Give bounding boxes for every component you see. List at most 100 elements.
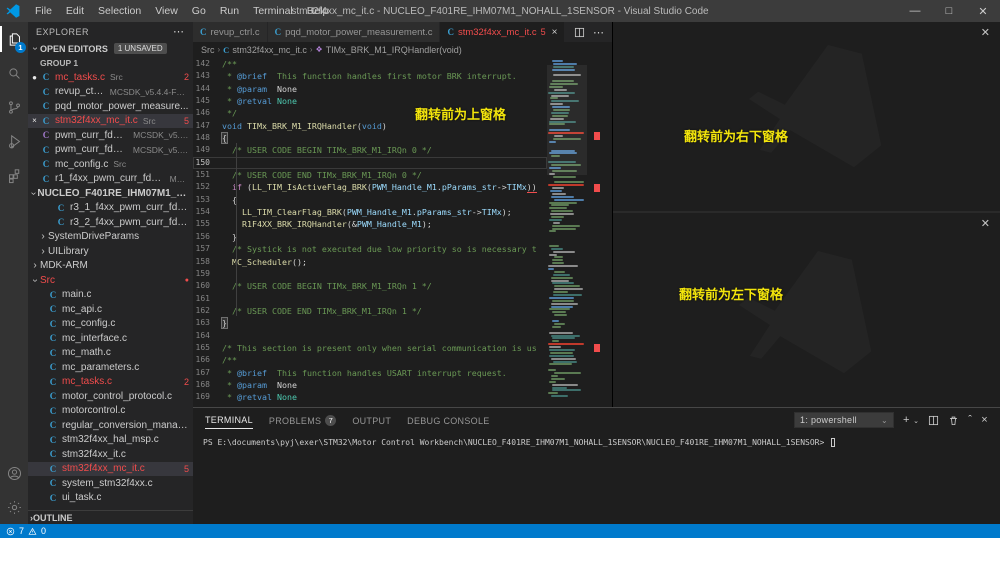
close-icon[interactable]: × <box>28 116 41 125</box>
menu-edit[interactable]: Edit <box>59 0 91 22</box>
split-terminal-icon[interactable] <box>928 415 939 426</box>
tree-folder-uilibrary[interactable]: ›UILibrary <box>28 244 193 259</box>
code-token: @retval <box>237 96 272 106</box>
explorer-icon[interactable]: 1 <box>0 22 28 56</box>
minimap-line <box>553 274 569 276</box>
code-line: 165/* This section is present only when … <box>193 342 547 354</box>
warning-count[interactable]: 0 <box>41 526 46 536</box>
minimap-line <box>549 308 569 310</box>
tree-item[interactable]: Cmc_config.c <box>28 317 193 332</box>
extensions-icon[interactable] <box>0 158 28 192</box>
tree-item[interactable]: Cmc_interface.c <box>28 331 193 346</box>
tab-revup_ctrl-c[interactable]: Crevup_ctrl.c <box>193 22 268 42</box>
open-editor-item[interactable]: Cr1_f4xx_pwm_curr_fdbk.cMC... <box>28 172 193 187</box>
tree-item[interactable]: Cmotorcontrol.c <box>28 404 193 419</box>
open-editor-item[interactable]: ×Cstm32f4xx_mc_it.cSrc5 <box>28 114 193 129</box>
close-button[interactable]: ✕ <box>966 0 1000 22</box>
tree-folder-src[interactable]: ›Src● <box>28 273 193 288</box>
shell-selector[interactable]: 1: powershell ⌄ <box>794 412 894 428</box>
minimap-line <box>552 228 576 230</box>
tree-item[interactable]: Cmc_api.c <box>28 302 193 317</box>
tree-item[interactable]: Cui_task.c <box>28 491 193 506</box>
tree-item[interactable]: Cregular_conversion_manager.c <box>28 418 193 433</box>
breadcrumb-folder[interactable]: Src <box>201 45 215 55</box>
close-tab-icon[interactable]: × <box>552 27 558 38</box>
open-editor-item[interactable]: Cpqd_motor_power_measure... <box>28 99 193 114</box>
split-editor-icon[interactable] <box>574 27 585 38</box>
item-label: regular_conversion_manager.c <box>62 420 189 431</box>
tree-item[interactable]: Cr3_1_f4xx_pwm_curr_fdbk.c <box>28 201 193 216</box>
menu-help[interactable]: Help <box>300 0 336 22</box>
tab-stm32f4xx_mc_it-c[interactable]: Cstm32f4xx_mc_it.c5× <box>440 22 565 42</box>
minimap-line <box>548 265 578 267</box>
search-icon[interactable] <box>0 56 28 90</box>
empty-editor-pane-top[interactable]: ✕ <box>613 22 1000 213</box>
open-editors-header[interactable]: › OPEN EDITORS 1 UNSAVED <box>28 41 193 56</box>
close-panel-icon[interactable]: × <box>981 415 988 426</box>
item-label: motorcontrol.c <box>62 405 125 416</box>
tree-item[interactable]: Cmotor_control_protocol.c <box>28 389 193 404</box>
sidebar-more-actions-icon[interactable]: ⋯ <box>173 25 185 38</box>
tab-pqd_motor_power_measurement-c[interactable]: Cpqd_motor_power_measurement.c <box>268 22 441 42</box>
close-pane-icon[interactable]: ✕ <box>981 28 990 39</box>
source-control-icon[interactable] <box>0 90 28 124</box>
accounts-icon[interactable] <box>0 456 28 490</box>
minimap-line <box>552 300 573 302</box>
c-file-icon: C <box>48 478 58 488</box>
outline-header[interactable]: › OUTLINE <box>28 510 193 524</box>
editor-more-actions-icon[interactable]: ⋯ <box>593 26 604 39</box>
terminal-output[interactable]: PS E:\documents\pyj\exer\STM32\Motor Con… <box>193 432 1000 453</box>
line-text: R1F4XX_BRK_IRQHandler(&PWM_Handle_M1); <box>222 218 432 230</box>
open-editor-item[interactable]: Cpwm_curr_fdbk.hMCSDK_v5.4... <box>28 128 193 143</box>
error-ruler-marker <box>594 344 600 352</box>
menu-go[interactable]: Go <box>185 0 213 22</box>
open-editor-item[interactable]: ●Cmc_tasks.cSrc2 <box>28 70 193 85</box>
settings-gear-icon[interactable] <box>0 490 28 524</box>
tree-item[interactable]: Cmain.c <box>28 288 193 303</box>
breadcrumb-symbol[interactable]: TIMx_BRK_M1_IRQHandler(void) <box>326 45 462 55</box>
open-editor-item[interactable]: Cmc_config.cSrc <box>28 157 193 172</box>
panel-tab-debug-console[interactable]: DEBUG CONSOLE <box>407 411 489 429</box>
new-terminal-icon[interactable]: + ⌄ <box>903 415 919 426</box>
run-debug-icon[interactable] <box>0 124 28 158</box>
chevron-down-icon: › <box>28 190 39 197</box>
menu-selection[interactable]: Selection <box>91 0 148 22</box>
error-count[interactable]: 7 <box>19 526 24 536</box>
tree-folder-systemdriveparams[interactable]: ›SystemDriveParams <box>28 230 193 245</box>
c-file-icon: C <box>48 348 58 358</box>
minimap-line <box>552 337 575 339</box>
tree-item[interactable]: Cmc_tasks.c2 <box>28 375 193 390</box>
panel-tab-terminal[interactable]: TERMINAL <box>205 411 253 429</box>
kill-terminal-trash-icon[interactable] <box>948 415 959 426</box>
line-number: 148 <box>193 132 222 144</box>
tree-folder-mdk-arm[interactable]: ›MDK-ARM <box>28 259 193 274</box>
close-pane-icon[interactable]: ✕ <box>981 219 990 230</box>
code-editor[interactable]: 142/**143 * @brief This function handles… <box>193 57 612 407</box>
code-token: @brief <box>237 368 267 378</box>
menu-view[interactable]: View <box>148 0 185 22</box>
menu-terminal[interactable]: Terminal <box>246 0 300 22</box>
file-name: pwm_curr_fdbk.h <box>55 130 128 141</box>
minimize-button[interactable]: — <box>898 0 932 22</box>
open-editor-item[interactable]: Crevup_ctrl.cMCSDK_v5.4.4-Full... <box>28 85 193 100</box>
tree-folder-nucleo-f401re-ihm07m1-nohall-1s-[interactable]: ›NUCLEO_F401RE_IHM07M1_NOHALL_1S... <box>28 186 193 201</box>
tree-item[interactable]: Cstm32f4xx_mc_it.c5 <box>28 462 193 477</box>
menu-file[interactable]: File <box>28 0 59 22</box>
tree-item[interactable]: Csystem_stm32f4xx.c <box>28 476 193 491</box>
tree-item[interactable]: Cstm32f4xx_it.c <box>28 447 193 462</box>
empty-editor-pane-bottom[interactable]: ✕ <box>613 213 1000 407</box>
indent-guide <box>236 143 237 316</box>
tree-item[interactable]: Cstm32f4xx_hal_msp.c <box>28 433 193 448</box>
tree-item[interactable]: Cr3_2_f4xx_pwm_curr_fdbk.c <box>28 215 193 230</box>
minimap-slider[interactable] <box>547 65 587 175</box>
maximize-button[interactable]: □ <box>932 0 966 22</box>
breadcrumb-file[interactable]: stm32f4xx_mc_it.c <box>232 45 307 55</box>
panel-tab-problems[interactable]: PROBLEMS7 <box>269 411 336 429</box>
tree-item[interactable]: Cmc_math.c <box>28 346 193 361</box>
tree-item[interactable]: Cmc_parameters.c <box>28 360 193 375</box>
open-editor-item[interactable]: Cpwm_curr_fdbk.cMCSDK_v5.4... <box>28 143 193 158</box>
menu-run[interactable]: Run <box>213 0 246 22</box>
breadcrumb[interactable]: Src › C stm32f4xx_mc_it.c › ❖ TIMx_BRK_M… <box>193 42 612 57</box>
maximize-panel-icon[interactable]: ˆ <box>968 415 972 426</box>
panel-tab-output[interactable]: OUTPUT <box>352 411 391 429</box>
